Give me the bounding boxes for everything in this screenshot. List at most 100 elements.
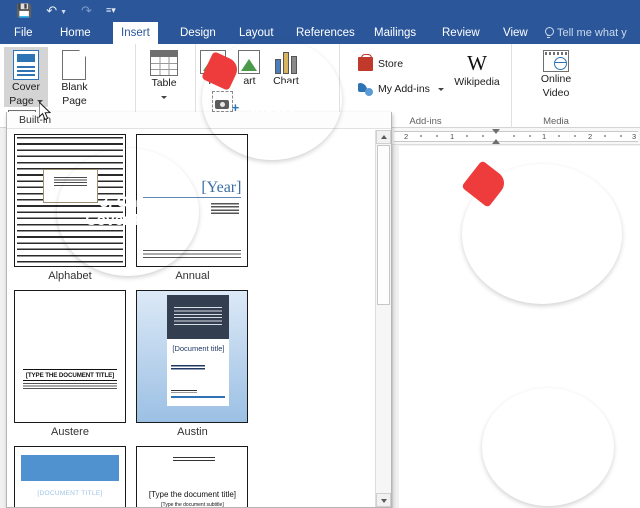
lightbulb-icon [544,27,554,38]
thumb-subtitle-text: [Type the document subtitle] [161,502,224,508]
undo-dropdown-icon[interactable]: ▼ [60,9,67,19]
callout-1-line-2: chuột tại trang [488,224,596,242]
undo-icon[interactable]: ↶ [46,2,57,19]
ruler-tick-right-3: 3 [632,132,637,141]
thumb-body-lines [23,383,117,391]
tab-file[interactable]: File [6,22,41,44]
cover-page-button[interactable]: Cover Page [4,47,48,107]
scroll-thumb[interactable] [377,145,390,305]
cover-page-gallery: Built-in Alphabet [Year] Annual [TYPE TH… [6,112,392,508]
tab-design[interactable]: Design [172,22,224,44]
blank-page-label-2: Page [62,94,87,107]
tell-me-box[interactable]: Tell me what y [544,22,627,44]
tab-review[interactable]: Review [434,22,488,44]
callout-1-line-3: muốn tạo [507,243,577,261]
gallery-item-name: Austin [177,426,208,438]
ruler-tick-left-2: 2 [404,132,409,141]
callout-2: 2. Vào Tab Insert [201,38,342,160]
ruler-dot [436,135,438,137]
indent-marker[interactable] [492,129,501,144]
wikipedia-icon: W [467,51,487,75]
online-video-button[interactable]: Online Video [530,47,582,99]
store-icon [358,54,373,71]
blank-page-button[interactable]: Blank Page [52,47,96,107]
ruler-dot [604,135,606,137]
list-item[interactable]: [TYPE THE DOCUMENT TITLE] Austere [13,290,127,442]
table-chevron-down-icon[interactable] [161,95,167,99]
thumb-subtitle [211,203,240,216]
gallery-scrollbar[interactable] [375,130,391,507]
wikipedia-label: Wikipedia [454,76,500,88]
store-label: Store [378,58,404,70]
tab-references[interactable]: References [288,22,363,44]
table-icon [150,50,178,76]
gallery-thumb-conservative[interactable]: [Type the document title] [Type the docu… [136,446,249,508]
quick-access-toolbar: 💾 ↶ ▼ ↷ ≡▾ [16,2,116,19]
scroll-up-arrow-icon[interactable] [376,130,391,144]
callout-3-line-2: Cover Page [85,212,171,229]
thumb-author-lines [171,390,198,393]
callout-1-line-1: 1. Đặt con trỏ [492,206,592,224]
thumb-title-text: [Type the document title] [148,490,237,499]
cover-page-icon [13,50,39,80]
save-icon[interactable]: 💾 [16,2,32,19]
wikipedia-button[interactable]: W Wikipedia [448,51,506,89]
ruler-dot [620,135,622,137]
page-gutter [393,146,399,508]
list-item[interactable]: [DOCUMENT TITLE] Banded [13,446,127,507]
tab-insert[interactable]: Insert [113,22,158,44]
tab-mailings[interactable]: Mailings [366,22,424,44]
cover-page-label-1: Cover [11,81,40,93]
redo-icon[interactable]: ↷ [81,2,92,19]
thumb-title-text: [TYPE THE DOCUMENT TITLE] [23,369,117,381]
thumb-title-text: [Document title] [172,344,225,353]
cover-page-label-2: Page [9,94,34,107]
table-button[interactable]: Table [142,47,186,103]
tell-me-label: Tell me what y [557,27,627,39]
customize-qat-icon[interactable]: ≡▾ [106,2,116,19]
callout-4-line-1: 4. Chọn [519,428,577,446]
media-group-label: Media [543,116,569,127]
gallery-thumb-austere[interactable]: [TYPE THE DOCUMENT TITLE] [14,290,126,423]
mouse-cursor-icon [39,102,52,121]
ruler-dot [574,135,576,137]
online-video-label-1: Online [540,73,572,85]
list-item[interactable]: [Document title] Austin [135,290,249,442]
ruler-dot [466,135,468,137]
thumb-rule [171,396,226,398]
my-addins-label: My Add-ins [378,83,430,95]
thumb-band-top [21,455,119,481]
callout-3: 3. Chọn Cover Page [57,148,199,276]
thumb-subtitle-lines [171,365,206,370]
ruler-dot [420,135,422,137]
callout-2-line-1: 2. Vào Tab [233,80,311,98]
ruler-tick-left-1: 1 [450,132,455,141]
thumb-dark-block [167,295,230,339]
ruler-dot [558,135,560,137]
my-addins-icon [358,82,373,96]
tab-view[interactable]: View [495,22,536,44]
ruler-tick-right-1: 1 [542,132,547,141]
ruler-track [394,131,638,142]
ruler-tick-right-2: 2 [588,132,593,141]
list-item[interactable]: [Type the document title] [Type the docu… [135,446,249,508]
callout-4: 4. Chọn mẫu [482,388,614,506]
blank-page-icon [62,49,87,80]
table-label: Table [151,77,177,89]
gallery-thumb-banded[interactable]: [DOCUMENT TITLE] [14,446,126,507]
online-video-label-2: Video [542,86,570,99]
ribbon-tab-bar: File Home Insert Design Layout Reference… [0,22,640,44]
ruler-dot [482,135,484,137]
ruler-dot [529,135,531,137]
scroll-down-arrow-icon[interactable] [376,493,391,507]
gallery-thumb-austin[interactable]: [Document title] [136,290,249,423]
callout-3-line-1: 3. Chọn [99,193,157,211]
thumb-header-lines [173,457,216,461]
word-window: 💾 ↶ ▼ ↷ ≡▾ File Home Insert Design Layou… [0,0,640,508]
blank-page-label-1: Blank [61,81,88,93]
gallery-item-name: Austere [51,426,89,438]
horizontal-ruler[interactable]: 2 1 1 2 3 [392,128,640,145]
thumb-title-text: [DOCUMENT TITLE] [37,490,103,497]
tab-home[interactable]: Home [52,22,99,44]
addins-chevron-down-icon[interactable] [437,87,444,91]
